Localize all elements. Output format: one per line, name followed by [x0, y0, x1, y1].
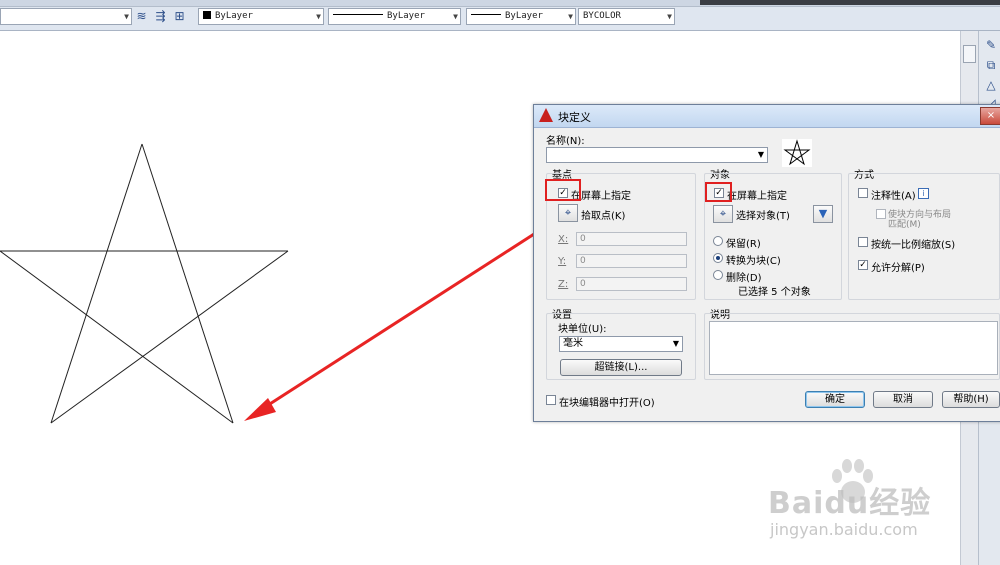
layer-match-icon[interactable]: ⊞: [172, 9, 187, 24]
block-unit-label: 块单位(U):: [558, 324, 607, 335]
ok-button[interactable]: 确定: [805, 391, 865, 408]
erase-icon[interactable]: ✎: [983, 37, 999, 53]
convert-to-block-radio[interactable]: [713, 253, 723, 263]
block-name-combo[interactable]: ▼: [546, 147, 768, 163]
select-objects-button[interactable]: ⌖: [713, 205, 733, 223]
chevron-down-icon: ▼: [316, 12, 321, 21]
watermark-url: jingyan.baidu.com: [770, 520, 918, 539]
description-textarea[interactable]: [709, 321, 998, 375]
selected-count-text: 已选择 5 个对象: [738, 287, 811, 298]
allow-exploding-label: 允许分解(P): [871, 263, 925, 274]
plotstyle-combo[interactable]: BYCOLOR ▼: [578, 8, 675, 25]
name-label: 名称(N):: [546, 136, 585, 147]
select-objects-icon: ⌖: [719, 207, 727, 220]
delete-radio[interactable]: [713, 270, 723, 280]
cancel-button[interactable]: 取消: [873, 391, 933, 408]
y-input[interactable]: 0: [576, 254, 687, 268]
lineweight-sample: [471, 14, 501, 15]
chevron-down-icon: ▼: [667, 12, 672, 21]
retain-label: 保留(R): [726, 239, 761, 250]
chevron-down-icon: ▼: [757, 150, 764, 159]
allow-exploding-checkbox[interactable]: ✓: [858, 260, 868, 270]
open-in-editor-label: 在块编辑器中打开(O): [559, 398, 655, 409]
pick-point-icon: ⌖: [564, 206, 572, 219]
mirror-icon[interactable]: △: [983, 77, 999, 93]
x-input[interactable]: 0: [576, 232, 687, 246]
plotstyle-combo-value: BYCOLOR: [583, 11, 621, 21]
scrollbar-thumb[interactable]: [963, 45, 976, 63]
match-orientation-checkbox[interactable]: [876, 209, 886, 219]
linetype-sample: [333, 14, 383, 15]
copy-icon[interactable]: ⧉: [983, 57, 999, 73]
layer-states-icon[interactable]: ≋: [134, 9, 149, 24]
help-button[interactable]: 帮助(H): [942, 391, 1000, 408]
linetype-combo[interactable]: ByLayer ▼: [328, 8, 461, 25]
block-definition-dialog: 块定义 × 名称(N): ▼ 基点 ✓ 在屏幕上指定 ⌖ 拾取点(K) X: 0…: [533, 104, 1000, 422]
chevron-down-icon: ▼: [124, 12, 129, 21]
layer-previous-icon[interactable]: ⇶: [153, 9, 168, 24]
linetype-combo-value: ByLayer: [387, 11, 425, 21]
color-combo[interactable]: ByLayer ▼: [198, 8, 324, 25]
red-arrow-annotation: [244, 225, 546, 421]
layer-combo[interactable]: ▼: [0, 8, 132, 25]
scale-uniformly-label: 按统一比例缩放(S): [871, 240, 956, 251]
star-line[interactable]: [50, 250, 289, 424]
z-label: Z:: [558, 279, 569, 290]
x-label: X:: [558, 234, 569, 245]
convert-to-block-label: 转换为块(C): [726, 256, 781, 267]
star-preview-icon: [783, 139, 811, 166]
annotative-checkbox[interactable]: [858, 188, 868, 198]
pick-point-button[interactable]: ⌖: [558, 204, 578, 222]
info-icon[interactable]: i: [918, 188, 929, 199]
block-preview: [782, 139, 812, 167]
hyperlink-button[interactable]: 超链接(L)...: [560, 359, 682, 376]
dialog-title: 块定义: [558, 111, 591, 124]
color-combo-value: ByLayer: [215, 11, 253, 21]
scale-uniformly-checkbox[interactable]: [858, 237, 868, 247]
chevron-down-icon: ▼: [672, 339, 679, 348]
annotative-label: 注释性(A): [871, 191, 916, 202]
red-highlight-box: [545, 179, 581, 201]
chevron-down-icon: ▼: [453, 12, 458, 21]
select-objects-label: 选择对象(T): [736, 211, 790, 222]
y-label: Y:: [558, 256, 567, 267]
chevron-down-icon: ▼: [568, 12, 573, 21]
block-unit-value: 毫米: [563, 338, 583, 349]
block-unit-select[interactable]: 毫米 ▼: [559, 336, 683, 352]
properties-toolbar: ▼ ≋ ⇶ ⊞ ByLayer ▼ ByLayer ▼ ByLayer ▼ BY…: [0, 0, 1000, 31]
z-input[interactable]: 0: [576, 277, 687, 291]
star-line[interactable]: [141, 143, 234, 424]
match-orientation-label-2: 匹配(M): [888, 220, 921, 230]
lineweight-combo[interactable]: ByLayer ▼: [466, 8, 576, 25]
open-in-editor-checkbox[interactable]: [546, 395, 556, 405]
star-drawing[interactable]: [0, 143, 289, 424]
red-highlight-box: [705, 182, 732, 202]
filter-icon: ▼: [818, 207, 828, 220]
objects-on-screen-label: 在屏幕上指定: [727, 191, 787, 202]
pick-point-label: 拾取点(K): [581, 211, 626, 222]
star-line[interactable]: [0, 250, 234, 424]
lineweight-combo-value: ByLayer: [505, 11, 543, 21]
close-button[interactable]: ×: [980, 107, 1000, 125]
delete-label: 删除(D): [726, 273, 762, 284]
color-swatch: [203, 11, 211, 19]
retain-radio[interactable]: [713, 236, 723, 246]
watermark-brand: Baidu经验: [768, 486, 932, 521]
star-line[interactable]: [50, 143, 143, 424]
dialog-titlebar[interactable]: 块定义 ×: [534, 105, 1000, 128]
toolbar-dark-strip: [700, 0, 1000, 5]
quick-select-button[interactable]: ▼: [813, 205, 833, 223]
autocad-logo-icon: [539, 108, 553, 122]
